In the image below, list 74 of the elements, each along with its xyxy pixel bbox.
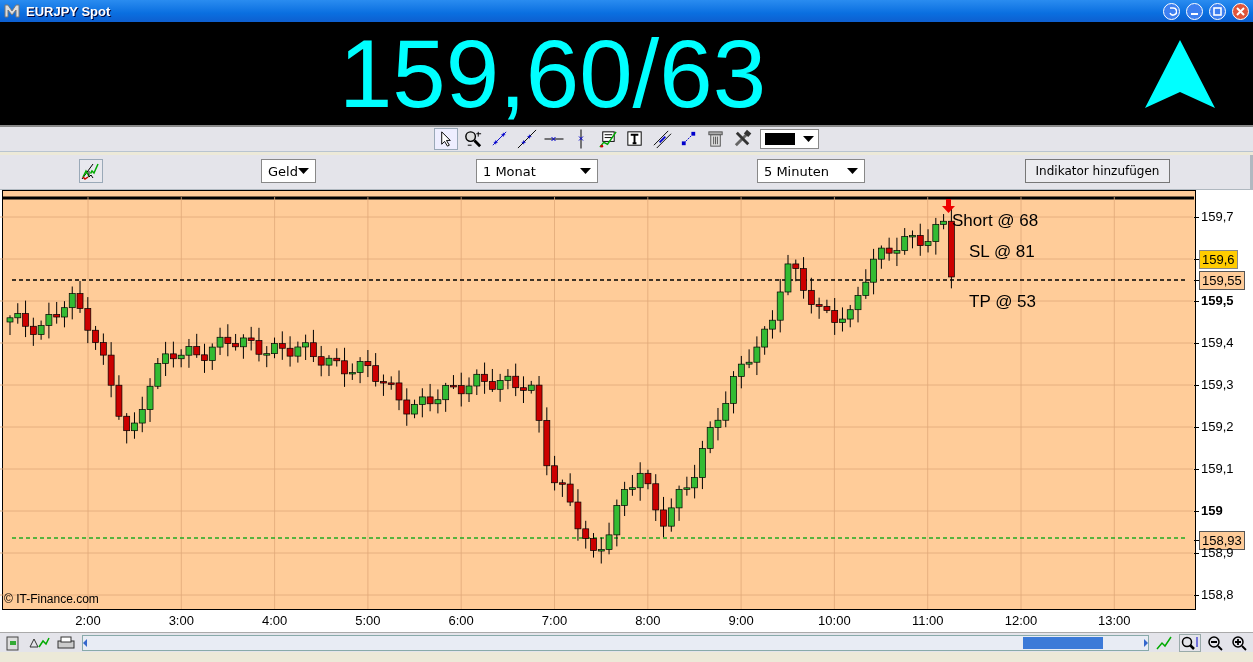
- trend-arrow-icon: [1145, 39, 1215, 108]
- zoom-icon: [463, 129, 483, 149]
- time-axis-label: 2:00: [74, 613, 102, 628]
- restore-button[interactable]: [1163, 2, 1180, 20]
- maximize-icon: [1213, 6, 1222, 16]
- chart-icon: [598, 129, 618, 149]
- time-axis-label: 4:00: [260, 613, 289, 628]
- time-axis-label: 6:00: [447, 613, 475, 628]
- time-axis-label: 5:00: [354, 613, 382, 628]
- color-picker[interactable]: [760, 129, 819, 149]
- horizontal-scrollbar[interactable]: [82, 634, 1149, 651]
- zoom-out-icon: [1207, 634, 1225, 651]
- time-axis-label: 10:00: [817, 613, 852, 628]
- printer-icon: [56, 634, 76, 651]
- time-axis-label: 3:00: [167, 613, 195, 628]
- print-button[interactable]: [56, 634, 76, 651]
- range-dropdown[interactable]: 1 Monat: [476, 159, 598, 183]
- app-logo-icon: [4, 4, 20, 18]
- trash-icon: [706, 129, 726, 149]
- minimize-icon: [1191, 13, 1198, 15]
- time-axis-label: 8:00: [634, 613, 662, 628]
- copyright-text: © IT-Finance.com: [4, 592, 99, 606]
- time-axis-label: 7:00: [540, 613, 569, 628]
- minimize-button[interactable]: [1186, 2, 1203, 20]
- trade-annotation: Short @ 68: [952, 211, 1039, 230]
- zoom-in-button[interactable]: [1231, 634, 1249, 651]
- price-axis-label: 159,6: [1199, 250, 1238, 269]
- time-axis-label: 9:00: [727, 613, 755, 628]
- caret-icon: [580, 168, 591, 174]
- zoom-fit-button[interactable]: [1179, 633, 1201, 652]
- time-axis-label: 13:00: [1097, 613, 1132, 628]
- scroll-left-icon[interactable]: [83, 638, 87, 647]
- sell-arrow-icon: [942, 199, 955, 213]
- vertical-line-icon: [578, 129, 584, 149]
- channel-icon: [652, 129, 672, 149]
- maximize-button[interactable]: [1209, 2, 1226, 20]
- price-axis-label: 159,1: [1200, 460, 1235, 477]
- zoom-out-button[interactable]: [1207, 634, 1225, 651]
- toolbar-button[interactable]: [434, 128, 458, 150]
- price-axis-label: 159,2: [1200, 418, 1235, 435]
- refresh-icon: [1166, 5, 1177, 17]
- toolbar-button[interactable]: [515, 128, 539, 150]
- price-display: 159,60/63: [338, 20, 767, 127]
- scroll-right-icon[interactable]: [1144, 638, 1148, 647]
- chart-pen-icon: [1155, 634, 1173, 651]
- close-button[interactable]: [1232, 2, 1249, 20]
- time-axis-label: 12:00: [1003, 613, 1039, 628]
- trendline-icon: [517, 129, 537, 149]
- trade-annotation: TP @ 53: [969, 292, 1037, 311]
- chart-style-button[interactable]: [79, 159, 103, 183]
- horizontal-line-icon: [544, 136, 564, 142]
- price-axis-label: 158,8: [1200, 586, 1235, 603]
- chart-style-icon: [81, 161, 101, 181]
- add-indicator-button[interactable]: Indikator hinzufügen: [1025, 159, 1170, 183]
- document-icon: [4, 634, 22, 651]
- time-axis-label: 11:00: [910, 613, 945, 628]
- caret-icon: [847, 168, 858, 174]
- zoom-icon: [1180, 634, 1200, 651]
- tools-icon: [733, 129, 753, 149]
- trade-annotation: SL @ 81: [969, 242, 1035, 261]
- price-axis-label: 159,5: [1200, 292, 1235, 309]
- close-icon: [1236, 6, 1245, 16]
- price-axis-label: 159,4: [1200, 334, 1235, 351]
- zoom-in-icon: [1231, 634, 1249, 651]
- price-type-dropdown[interactable]: Geld: [261, 159, 316, 183]
- price-axis-label: 159,55: [1199, 271, 1245, 290]
- interval-dropdown[interactable]: 5 Minuten: [757, 159, 865, 183]
- price-axis-label: 159,7: [1200, 208, 1235, 225]
- caret-icon: [803, 136, 814, 142]
- caret-icon: [298, 168, 309, 174]
- text-icon: [625, 129, 645, 149]
- price-axis-label: 159,3: [1200, 376, 1235, 393]
- window-title: EURJPY Spot: [26, 3, 112, 19]
- price-axis-label: 159: [1200, 502, 1224, 519]
